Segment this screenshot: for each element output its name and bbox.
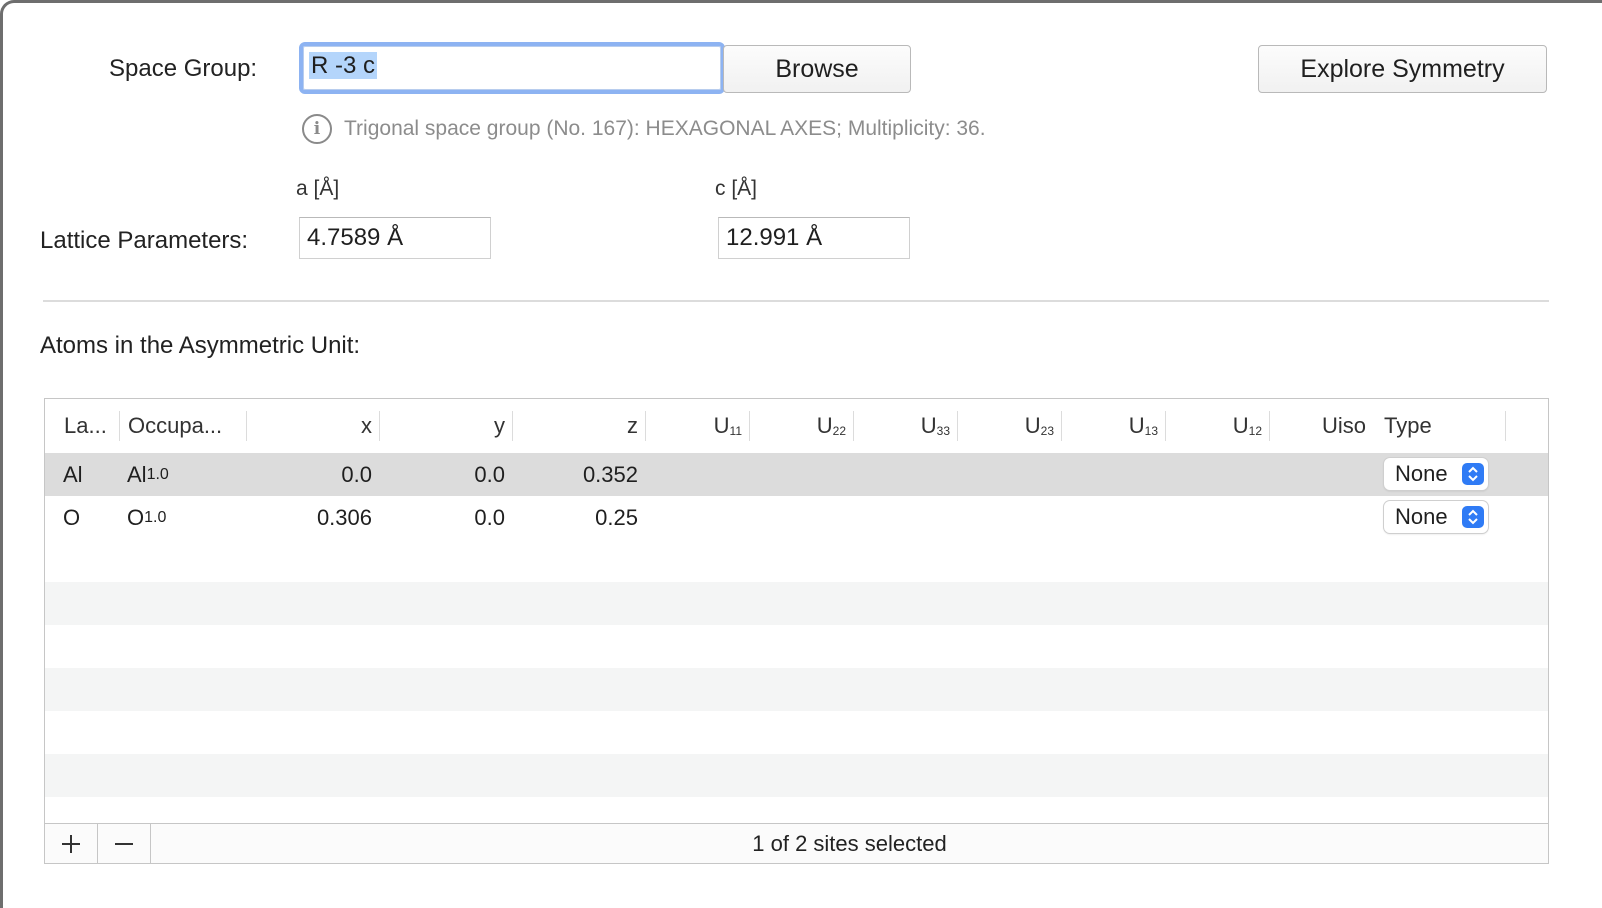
space-group-info: i Trigonal space group (No. 167): HEXAGO… (302, 114, 986, 144)
minus-icon (115, 842, 133, 845)
column-header-z[interactable]: z (513, 399, 646, 453)
column-header-uiso[interactable]: Uiso (1270, 399, 1374, 453)
atom-x-cell[interactable]: 0.306 (247, 496, 380, 539)
column-header-u22[interactable]: U22 (750, 399, 854, 453)
atom-occupancy-cell[interactable]: O 1.0 (119, 496, 246, 539)
column-header-type[interactable]: Type (1376, 399, 1506, 453)
atom-y-cell[interactable]: 0.0 (380, 496, 513, 539)
u22-cell[interactable] (838, 496, 854, 539)
atom-x-cell[interactable]: 0.0 (247, 453, 380, 496)
add-site-button[interactable] (45, 824, 98, 863)
u33-cell[interactable] (942, 453, 958, 496)
column-header-u12[interactable]: U12 (1166, 399, 1270, 453)
space-group-info-text: Trigonal space group (No. 167): HEXAGONA… (344, 117, 986, 140)
section-divider (43, 300, 1549, 302)
remove-site-button[interactable] (98, 824, 151, 863)
column-header-occupancy[interactable]: Occupa... (120, 399, 247, 453)
info-circle-icon: i (302, 114, 332, 144)
empty-row (45, 711, 1548, 754)
atom-label-cell[interactable]: Al (55, 453, 119, 496)
type-select-value: None (1395, 504, 1448, 529)
updown-chevron-icon (1462, 463, 1484, 485)
selection-status: 1 of 2 sites selected (752, 830, 947, 856)
column-header-x[interactable]: x (247, 399, 380, 453)
lattice-a-field[interactable]: 4.7589 Å (299, 217, 491, 259)
column-header-label[interactable]: La... (56, 399, 120, 453)
u11-cell[interactable] (734, 453, 750, 496)
atoms-table-footer: 1 of 2 sites selected (45, 823, 1548, 863)
empty-row (45, 539, 1548, 582)
column-header-u11[interactable]: U11 (646, 399, 750, 453)
atom-y-cell[interactable]: 0.0 (380, 453, 513, 496)
empty-row (45, 668, 1548, 711)
space-group-input[interactable]: R -3 c (299, 42, 725, 94)
column-header-u33[interactable]: U33 (854, 399, 958, 453)
empty-row (45, 754, 1548, 797)
type-select[interactable]: None (1384, 458, 1488, 490)
space-group-value: R -3 c (309, 52, 378, 79)
u13-cell[interactable] (1150, 453, 1166, 496)
atoms-table: La... Occupa... x y z U11 U22 U33 U23 U1… (44, 398, 1549, 864)
u22-cell[interactable] (838, 453, 854, 496)
table-row[interactable]: O O 1.0 0.306 0.0 0.25 None (45, 496, 1548, 539)
atoms-table-body: Al Al 1.0 0.0 0.0 0.352 None O O 1.0 0.3… (45, 453, 1548, 840)
uiso-cell[interactable] (1357, 453, 1373, 496)
uiso-cell[interactable] (1357, 496, 1373, 539)
empty-row (45, 625, 1548, 668)
table-row[interactable]: Al Al 1.0 0.0 0.0 0.352 None (45, 453, 1548, 496)
u11-cell[interactable] (734, 496, 750, 539)
browse-button[interactable]: Browse (723, 45, 911, 93)
u12-cell[interactable] (1253, 496, 1269, 539)
plus-icon (62, 834, 80, 853)
atom-label-cell[interactable]: O (55, 496, 119, 539)
space-group-label: Space Group: (109, 55, 258, 82)
column-header-u13[interactable]: U13 (1062, 399, 1166, 453)
atom-occupancy-cell[interactable]: Al 1.0 (119, 453, 246, 496)
u23-cell[interactable] (1046, 453, 1062, 496)
atoms-table-header: La... Occupa... x y z U11 U22 U33 U23 U1… (45, 399, 1548, 453)
u13-cell[interactable] (1150, 496, 1166, 539)
atom-z-cell[interactable]: 0.352 (513, 453, 646, 496)
u12-cell[interactable] (1253, 453, 1269, 496)
lattice-parameters-label: Lattice Parameters: (40, 227, 249, 254)
column-header-u23[interactable]: U23 (958, 399, 1062, 453)
type-select[interactable]: None (1384, 501, 1488, 533)
u23-cell[interactable] (1046, 496, 1062, 539)
u33-cell[interactable] (942, 496, 958, 539)
column-header-y[interactable]: y (380, 399, 513, 453)
explore-symmetry-button[interactable]: Explore Symmetry (1258, 45, 1547, 93)
type-select-value: None (1395, 461, 1448, 486)
atoms-section-label: Atoms in the Asymmetric Unit: (40, 332, 361, 359)
lattice-a-caption: a [Å] (296, 177, 340, 200)
updown-chevron-icon (1462, 506, 1484, 528)
structure-editor-window: Space Group: R -3 c Browse Explore Symme… (0, 0, 1602, 908)
atom-z-cell[interactable]: 0.25 (513, 496, 646, 539)
empty-row (45, 582, 1548, 625)
lattice-c-field[interactable]: 12.991 Å (718, 217, 910, 259)
lattice-c-caption: c [Å] (715, 177, 758, 200)
